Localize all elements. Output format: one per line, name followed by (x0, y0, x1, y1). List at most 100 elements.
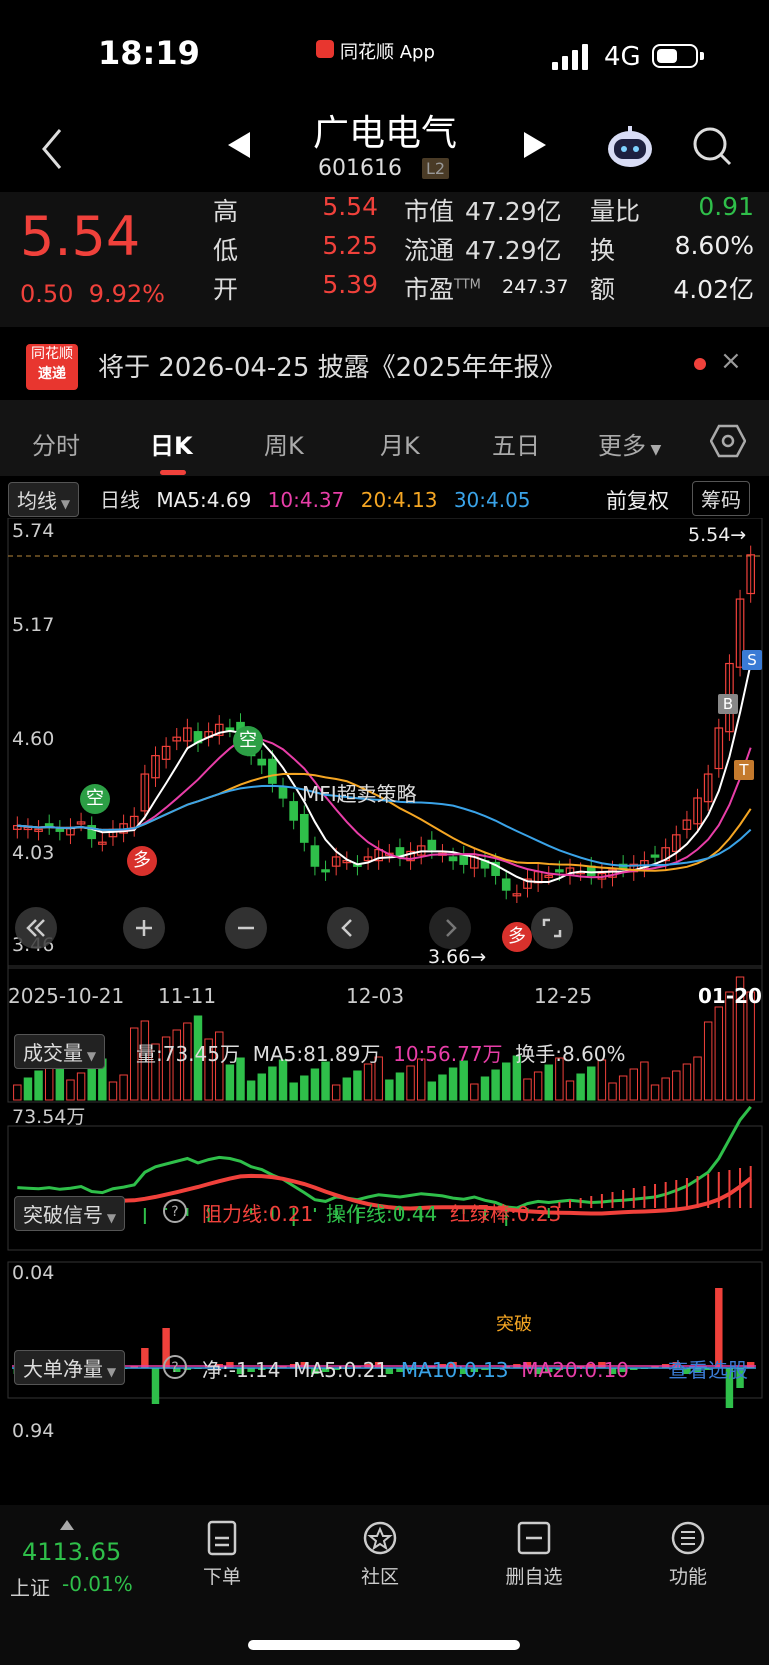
scroll-left-icon[interactable] (326, 906, 370, 950)
indicator-label: 均线 (17, 489, 57, 513)
notice-text[interactable]: 将于 2026-04-25 披露《2025年年报》 (98, 347, 566, 384)
volume-bar (353, 1070, 362, 1101)
sell-point-badge[interactable]: S (742, 650, 762, 670)
candle-body (268, 758, 277, 784)
high-marker: 5.54→ (688, 524, 747, 546)
tab-weekly[interactable]: 周K (264, 426, 304, 461)
zoom-out-icon[interactable] (224, 906, 268, 950)
volume-bar (246, 1080, 256, 1101)
candle-body (289, 801, 298, 821)
long-signal-badge[interactable]: 多 (127, 846, 157, 876)
adjust-mode[interactable]: 前复权 (606, 485, 669, 515)
breakout-point-label: 突破 (496, 1314, 532, 1335)
volume-bar (618, 1075, 628, 1101)
l2-badge: L2 (422, 158, 450, 179)
operate-line (17, 1105, 752, 1210)
nav-community[interactable]: 社区 (340, 1520, 420, 1589)
buy-point-badge[interactable]: B (718, 694, 738, 714)
nav-functions[interactable]: 功能 (648, 1520, 728, 1589)
dropdown-icon: ▼ (103, 1365, 117, 1379)
view-picks-link[interactable]: 查看选股 (668, 1354, 748, 1383)
nav-community-label: 社区 (360, 1566, 399, 1588)
candle-body (427, 839, 437, 851)
prev-stock-icon[interactable] (226, 130, 252, 160)
amt-value: 4.02亿 (673, 275, 754, 304)
bar-value: 红绿棒:0.23 (450, 1202, 562, 1226)
scroll-right-icon[interactable] (428, 906, 472, 950)
app-name: 同花顺 App (340, 42, 435, 63)
tab-daily[interactable]: 日K (150, 426, 193, 461)
volume-bar (448, 1067, 458, 1101)
nav-order-label: 下单 (202, 1566, 241, 1588)
chip-button[interactable]: 筹码 (692, 481, 750, 516)
tab-monthly[interactable]: 月K (380, 426, 420, 461)
volume-bar (672, 1070, 681, 1101)
bo-ma10: MA10:0.13 (400, 1358, 509, 1382)
volume-bar (363, 1063, 373, 1101)
rewind-icon[interactable] (14, 906, 58, 950)
volume-bar (23, 1077, 33, 1101)
stock-code: 601616 (318, 156, 402, 181)
volume-bar (523, 1078, 532, 1101)
t-point-badge[interactable]: T (734, 760, 754, 780)
candle-body (650, 854, 660, 858)
change-pct: 9.92% (88, 280, 165, 308)
volume-bar (703, 1021, 713, 1101)
bigorder-select[interactable]: 大单净量 ▼ (14, 1350, 126, 1385)
ma10-value: 10:4.37 (267, 488, 345, 512)
volume-select[interactable]: 成交量 ▼ (14, 1034, 106, 1069)
high-label: 高 (213, 197, 239, 226)
indicator-select[interactable]: 均线 ▼ (8, 482, 80, 517)
tab-timeshare[interactable]: 分时 (32, 426, 80, 461)
y-label-4: 4.03 (12, 842, 55, 864)
back-icon[interactable] (34, 124, 74, 174)
volume-bar (268, 1066, 277, 1101)
notice-logo-top: 同花顺 (31, 346, 73, 362)
turn-value: 8.60% (674, 231, 754, 260)
open-value: 5.39 (322, 270, 378, 299)
notice-logo: 同花顺 速递 (26, 344, 78, 390)
nav-order[interactable]: 下单 (182, 1520, 262, 1589)
svg-text:?: ? (171, 1360, 178, 1376)
breakout-select[interactable]: 突破信号 ▼ (14, 1196, 126, 1231)
status-time: 18:19 (98, 34, 200, 72)
index-value[interactable]: 4113.65 (22, 1538, 121, 1566)
resist-line: 阻力线:0.21 (202, 1202, 314, 1226)
candle-body (459, 854, 469, 865)
short-signal-badge[interactable]: 空 (233, 726, 263, 756)
fullscreen-icon[interactable] (530, 906, 574, 950)
nav-functions-label: 功能 (668, 1566, 707, 1588)
candle-body (321, 869, 330, 873)
zoom-in-icon[interactable] (122, 906, 166, 950)
volume-bar (66, 1079, 75, 1101)
settings-hex-icon[interactable] (710, 424, 746, 458)
volume-bar (44, 1063, 54, 1101)
dropdown-icon: ▼ (57, 497, 71, 511)
nav-remove-watch[interactable]: 删自选 (494, 1520, 574, 1589)
help-icon[interactable]: ? (162, 1198, 188, 1224)
tab-five-day[interactable]: 五日 (492, 426, 540, 461)
mcap-label: 市值 (404, 197, 455, 226)
next-stock-icon[interactable] (522, 130, 548, 160)
help-icon[interactable]: ? (162, 1354, 188, 1380)
tab-more[interactable]: 更多 ▼ (598, 426, 661, 461)
bigorder-bar (746, 1362, 755, 1368)
volume-bar (470, 1083, 479, 1101)
ma5-value: MA5:4.69 (156, 488, 252, 512)
short-signal-badge[interactable]: 空 (80, 784, 110, 814)
volume-bar (108, 1081, 118, 1101)
volume-bar (640, 1061, 649, 1101)
search-icon[interactable] (690, 124, 734, 168)
vol-ma5: MA5:81.89万 (252, 1042, 381, 1066)
network-type: 4G (604, 42, 641, 72)
vol-ma10: 10:56.77万 (393, 1042, 503, 1066)
brk-axis-label: 0.04 (12, 1262, 55, 1284)
y-label-top: 5.74 (12, 520, 55, 542)
notice-close-icon[interactable]: × (720, 346, 742, 376)
volume-bar (650, 1084, 660, 1101)
volume-bar (682, 1063, 692, 1101)
robot-assistant-icon[interactable] (604, 124, 656, 170)
bo-net: 净:-1.14 (202, 1358, 281, 1382)
long-signal-badge[interactable]: 多 (502, 922, 532, 952)
strategy-label[interactable]: MFI超卖策略 (302, 778, 417, 807)
